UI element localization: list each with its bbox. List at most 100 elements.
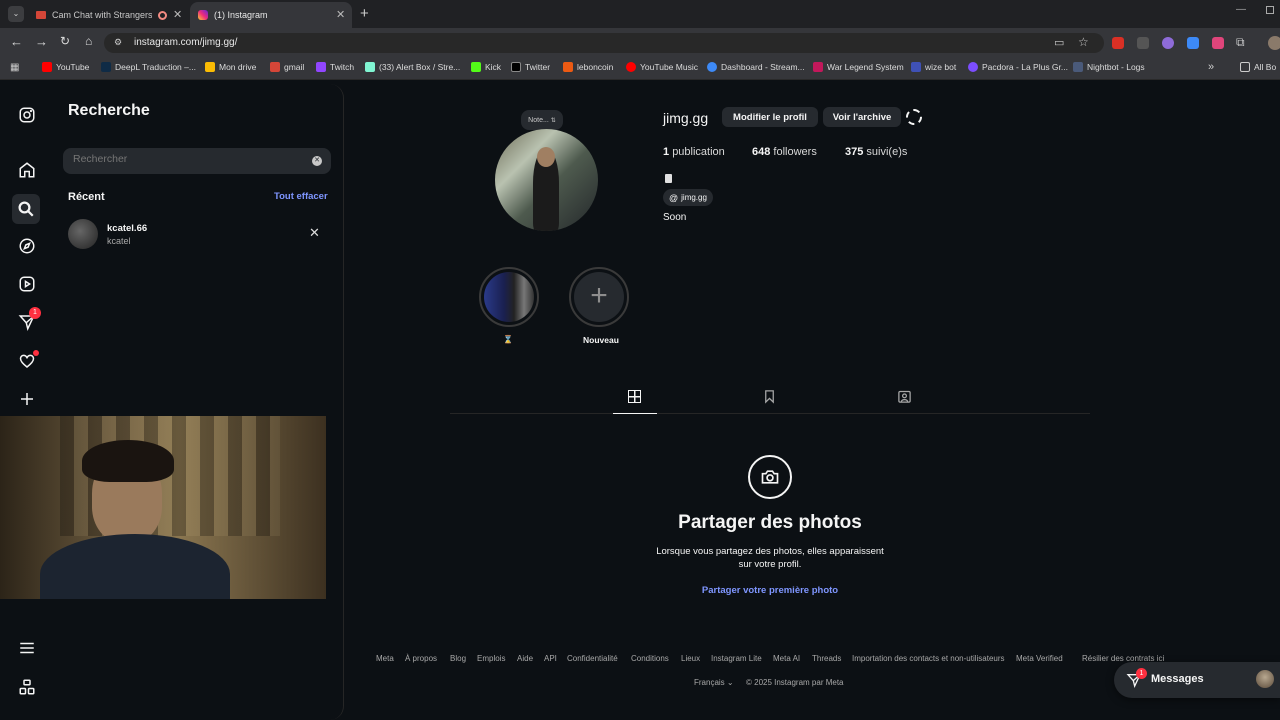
new-highlight-button[interactable]: + <box>569 267 629 327</box>
reload-icon[interactable]: ↻ <box>60 34 70 48</box>
bookmark-label: War Legend System <box>827 62 904 72</box>
extension-icon[interactable] <box>1212 37 1224 49</box>
highlight-story[interactable] <box>479 267 539 327</box>
extension-icon[interactable] <box>1162 37 1174 49</box>
footer-link[interactable]: Meta Verified <box>1016 654 1063 663</box>
minimize-icon[interactable]: — <box>1236 4 1246 15</box>
view-archive-button[interactable]: Voir l'archive <box>823 107 901 127</box>
deepl-icon <box>101 62 111 72</box>
new-tab-icon[interactable]: + <box>360 5 369 22</box>
bookmark[interactable]: Kick <box>471 62 501 72</box>
youtube-music-icon <box>626 62 636 72</box>
close-tab-icon[interactable]: ✕ <box>336 8 345 21</box>
messages-icon[interactable]: 1 <box>14 307 41 335</box>
settings-gear-icon[interactable] <box>906 109 922 125</box>
more-bookmarks-button[interactable]: » <box>1208 61 1214 73</box>
close-tab-icon[interactable]: ✕ <box>173 8 182 21</box>
browser-tab-bar: ⌄ Cam Chat with Strangers on ✕ (1) Insta… <box>0 0 1280 28</box>
stat-followers[interactable]: 648 followers <box>752 146 817 158</box>
bookmark[interactable]: Mon drive <box>205 62 256 72</box>
messages-pill[interactable]: 1 Messages <box>1114 662 1280 698</box>
extensions-puzzle-icon[interactable]: ⧉ <box>1236 35 1245 50</box>
tab-instagram[interactable]: (1) Instagram <box>190 2 352 28</box>
create-plus-icon[interactable] <box>14 386 40 412</box>
clear-all-link[interactable]: Tout effacer <box>274 191 328 202</box>
bookmark[interactable]: (33) Alert Box / Stre... <box>365 62 460 72</box>
note-bubble[interactable]: Note... ⇅ <box>521 110 563 130</box>
tab-title: Cam Chat with Strangers on <box>52 10 152 20</box>
tab-list-button[interactable]: ⌄ <box>8 6 24 22</box>
edit-profile-button[interactable]: Modifier le profil <box>722 107 818 127</box>
footer-link[interactable]: Emplois <box>477 654 505 663</box>
cast-icon[interactable]: ▭ <box>1054 36 1064 49</box>
stat-posts: 1 publication <box>663 146 725 158</box>
footer-link[interactable]: À propos <box>405 654 437 663</box>
footer-link[interactable]: Conditions <box>631 654 669 663</box>
bookmark[interactable]: YouTube Music <box>626 62 698 72</box>
extension-icon[interactable] <box>1187 37 1199 49</box>
footer-link[interactable]: Importation des contacts et non-utilisat… <box>852 654 1005 663</box>
footer-link[interactable]: Aide <box>517 654 533 663</box>
remove-recent-icon[interactable]: ✕ <box>309 225 320 241</box>
adblock-icon[interactable] <box>1112 37 1124 49</box>
bookmark[interactable]: Nightbot - Logs <box>1073 62 1145 72</box>
recent-search-item[interactable]: kcatel.66 kcatel ✕ <box>68 219 328 249</box>
bookmark[interactable]: wize bot <box>911 62 956 72</box>
clear-search-icon[interactable]: ✕ <box>312 156 322 166</box>
share-first-photo-link[interactable]: Partager votre première photo <box>570 585 970 596</box>
bookmark-label: wize bot <box>925 62 957 72</box>
star-icon[interactable]: ☆ <box>1078 35 1089 49</box>
restore-icon[interactable] <box>1266 6 1274 14</box>
search-icon[interactable] <box>12 194 40 224</box>
language-select[interactable]: Français ⌄ <box>694 678 734 687</box>
threads-badge[interactable]: @ jimg.gg <box>663 189 713 206</box>
tab-cam-chat[interactable]: Cam Chat with Strangers on <box>28 2 188 28</box>
footer-link[interactable]: Blog <box>450 654 466 663</box>
bookmark-label: YouTube Music <box>640 62 698 72</box>
tab-saved[interactable] <box>756 386 784 410</box>
search-input-container[interactable]: ✕ <box>63 148 331 174</box>
home-icon[interactable]: ⌂ <box>85 34 92 48</box>
bookmark[interactable]: gmail <box>270 62 304 72</box>
stat-following[interactable]: 375 suivi(e)s <box>845 146 907 158</box>
bookmark[interactable]: Dashboard - Stream... <box>707 62 805 72</box>
tab-tagged[interactable] <box>891 386 919 410</box>
footer-link[interactable]: Instagram Lite <box>711 654 762 663</box>
tab-posts[interactable] <box>613 386 657 414</box>
reels-icon[interactable] <box>14 271 40 297</box>
profile-avatar[interactable] <box>495 129 598 231</box>
bookmark[interactable]: Twitter <box>511 62 550 72</box>
site-info-icon[interactable]: ⚙ <box>114 37 122 48</box>
profile-avatar[interactable] <box>1268 36 1280 50</box>
instagram-logo-icon[interactable] <box>14 102 40 128</box>
extension-icon[interactable] <box>1137 37 1149 49</box>
wizebot-icon <box>911 62 921 72</box>
apps-icon[interactable]: ▦ <box>10 62 19 73</box>
address-bar[interactable]: ⚙ instagram.com/jimg.gg/ ▭ ☆ <box>104 33 1104 53</box>
bookmark[interactable]: YouTube <box>42 62 89 72</box>
footer-link[interactable]: Confidentialité <box>567 654 618 663</box>
bookmark[interactable]: DeepL Traduction –... <box>101 62 196 72</box>
footer-link[interactable]: API <box>544 654 557 663</box>
footer-link[interactable]: Threads <box>812 654 841 663</box>
all-bookmarks[interactable]: All Bo <box>1240 62 1276 72</box>
home-icon[interactable] <box>14 157 40 183</box>
footer-link[interactable]: Meta <box>376 654 394 663</box>
footer-link[interactable]: Meta AI <box>773 654 800 663</box>
footer-link[interactable]: Lieux <box>681 654 700 663</box>
bookmark[interactable]: Twitch <box>316 62 354 72</box>
search-input[interactable] <box>73 153 293 165</box>
stat-count: 1 <box>663 146 670 158</box>
back-icon[interactable]: ← <box>10 34 23 49</box>
forward-icon[interactable]: → <box>35 34 48 49</box>
avatar-face <box>537 147 555 167</box>
url-text[interactable]: instagram.com/jimg.gg/ <box>134 37 237 48</box>
menu-icon[interactable] <box>14 635 40 661</box>
also-from-meta-icon[interactable] <box>14 674 40 700</box>
bookmark[interactable]: leboncoin <box>563 62 613 72</box>
bookmark[interactable]: Pacdora - La Plus Gr... <box>968 62 1068 72</box>
notifications-heart-icon[interactable] <box>14 348 40 374</box>
bookmark[interactable]: War Legend System <box>813 62 904 72</box>
camera-icon[interactable] <box>748 455 792 499</box>
explore-icon[interactable] <box>14 233 40 259</box>
